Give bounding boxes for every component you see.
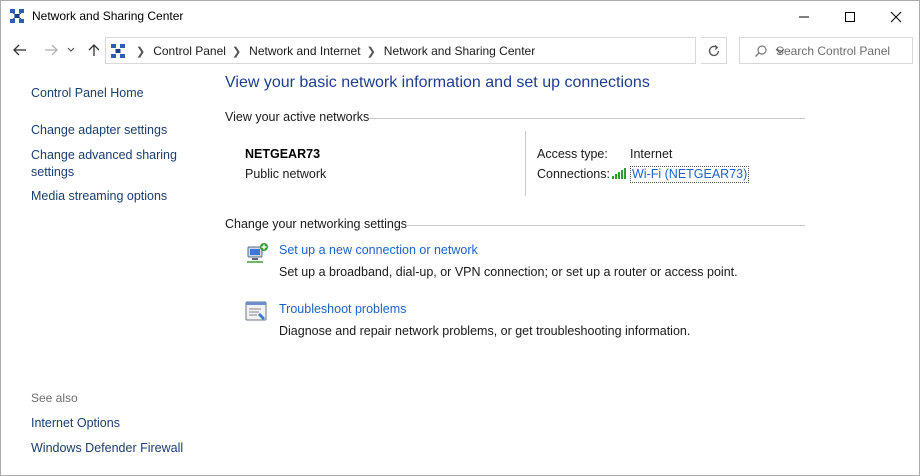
access-type-label: Access type: <box>537 147 608 161</box>
breadcrumb-network-and-sharing-center[interactable]: Network and Sharing Center <box>384 44 535 58</box>
address-bar[interactable]: ❯ Control Panel ❯ Network and Internet ❯… <box>105 37 785 64</box>
breadcrumb: ❯ Control Panel ❯ Network and Internet ❯… <box>130 44 535 58</box>
navigation-bar: ❯ Control Panel ❯ Network and Internet ❯… <box>1 34 919 66</box>
breadcrumb-network-and-internet[interactable]: Network and Internet <box>249 44 360 58</box>
left-pane: Control Panel Home Change adapter settin… <box>1 67 211 475</box>
vertical-divider <box>525 131 526 196</box>
title-bar: Network and Sharing Center <box>1 1 919 32</box>
maximize-button[interactable] <box>827 1 873 32</box>
arrow-right-icon <box>45 44 58 56</box>
window-title: Network and Sharing Center <box>32 9 184 23</box>
internet-options-link[interactable]: Internet Options <box>31 415 120 432</box>
close-icon <box>890 11 902 22</box>
network-center-icon <box>9 8 25 24</box>
section-divider <box>369 118 805 119</box>
breadcrumb-separator[interactable]: ❯ <box>367 45 376 58</box>
connections-label: Connections: <box>537 167 610 181</box>
troubleshoot-problems-link[interactable]: Troubleshoot problems <box>279 302 406 316</box>
setup-new-connection-link[interactable]: Set up a new connection or network <box>279 243 478 257</box>
breadcrumb-separator[interactable]: ❯ <box>232 45 241 58</box>
breadcrumb-control-panel[interactable]: Control Panel <box>153 44 226 58</box>
wifi-connection-link[interactable]: Wi-Fi (NETGEAR73) <box>630 166 750 183</box>
search-box[interactable] <box>739 37 913 64</box>
refresh-button[interactable] <box>701 37 727 64</box>
refresh-icon <box>708 44 719 56</box>
network-sharing-center-window: Network and Sharing Center ❯ Control Pan… <box>0 0 920 476</box>
back-button[interactable] <box>10 38 30 62</box>
search-icon <box>754 44 768 58</box>
change-adapter-settings-link[interactable]: Change adapter settings <box>31 122 167 139</box>
minimize-icon <box>799 16 809 17</box>
maximize-icon <box>845 11 855 22</box>
breadcrumb-separator[interactable]: ❯ <box>136 45 145 58</box>
troubleshoot-problems-description: Diagnose and repair network problems, or… <box>279 324 691 338</box>
wifi-signal-icon <box>611 167 627 179</box>
change-networking-heading: Change your networking settings <box>225 217 408 231</box>
windows-defender-firewall-link[interactable]: Windows Defender Firewall <box>31 440 183 457</box>
control-panel-home-link[interactable]: Control Panel Home <box>31 85 144 102</box>
troubleshoot-icon <box>245 300 269 324</box>
page-title: View your basic network information and … <box>225 74 650 91</box>
active-networks-heading: View your active networks <box>225 110 370 124</box>
search-input[interactable] <box>776 39 910 62</box>
up-button[interactable] <box>84 38 104 62</box>
network-name: NETGEAR73 <box>245 147 321 161</box>
close-button[interactable] <box>873 1 919 32</box>
new-connection-icon <box>245 241 269 265</box>
minimize-button[interactable] <box>781 1 827 32</box>
arrow-up-icon <box>88 44 100 56</box>
setup-new-connection-description: Set up a broadband, dial-up, or VPN conn… <box>279 265 738 279</box>
chevron-down-icon <box>67 47 75 52</box>
media-streaming-options-link[interactable]: Media streaming options <box>31 188 167 205</box>
network-center-icon <box>110 43 126 59</box>
see-also-label: See also <box>31 391 78 405</box>
arrow-left-icon <box>13 44 26 56</box>
recent-locations-button[interactable] <box>64 38 78 62</box>
forward-button[interactable] <box>41 38 61 62</box>
section-divider <box>406 225 805 226</box>
network-category: Public network <box>245 167 327 181</box>
change-advanced-sharing-settings-link[interactable]: Change advanced sharing settings <box>31 147 201 181</box>
access-type-value: Internet <box>630 147 673 161</box>
